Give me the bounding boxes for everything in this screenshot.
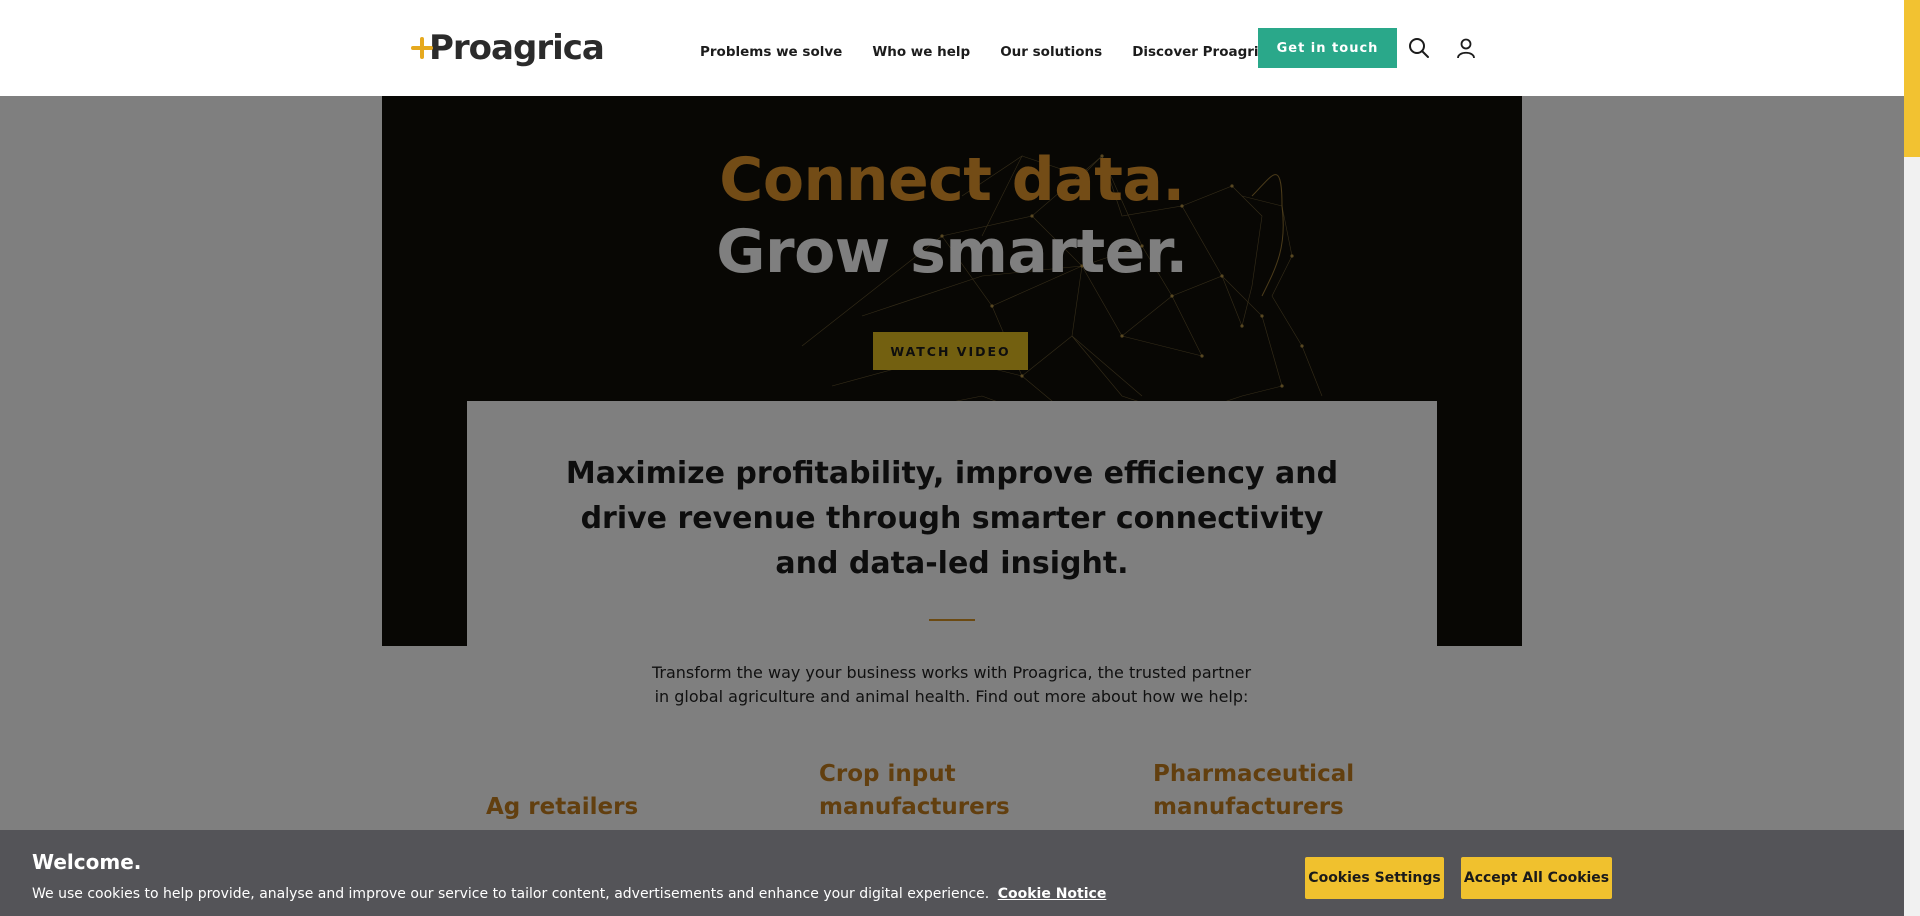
cookie-title: Welcome. bbox=[32, 850, 142, 874]
cookie-text: We use cookies to help provide, analyse … bbox=[32, 886, 1106, 902]
cookie-overlay-backdrop bbox=[0, 96, 1904, 916]
get-in-touch-button[interactable]: Get in touch bbox=[1258, 28, 1397, 68]
logo-plus-icon bbox=[411, 37, 433, 59]
user-icon[interactable] bbox=[1454, 36, 1478, 60]
cookie-description: We use cookies to help provide, analyse … bbox=[32, 886, 990, 902]
accept-all-cookies-button[interactable]: Accept All Cookies bbox=[1461, 857, 1612, 899]
site-header: Proagrica Problems we solve Who we help … bbox=[0, 0, 1904, 96]
main-nav: Problems we solve Who we help Our soluti… bbox=[700, 28, 1306, 76]
logo-text: Proagrica bbox=[429, 28, 605, 68]
nav-discover-proagrica[interactable]: Discover Proagrica bbox=[1132, 44, 1275, 60]
scrollbar-thumb[interactable] bbox=[1904, 0, 1920, 157]
scrollbar[interactable] bbox=[1904, 0, 1920, 916]
cookie-banner: Welcome. We use cookies to help provide,… bbox=[0, 830, 1904, 916]
search-icon[interactable] bbox=[1407, 36, 1431, 60]
cookies-settings-button[interactable]: Cookies Settings bbox=[1305, 857, 1444, 899]
cookie-notice-link[interactable]: Cookie Notice bbox=[998, 886, 1107, 902]
proagrica-logo[interactable]: Proagrica bbox=[411, 26, 605, 70]
nav-who-we-help[interactable]: Who we help bbox=[872, 44, 970, 60]
nav-our-solutions[interactable]: Our solutions bbox=[1000, 44, 1102, 60]
nav-problems-we-solve[interactable]: Problems we solve bbox=[700, 44, 842, 60]
